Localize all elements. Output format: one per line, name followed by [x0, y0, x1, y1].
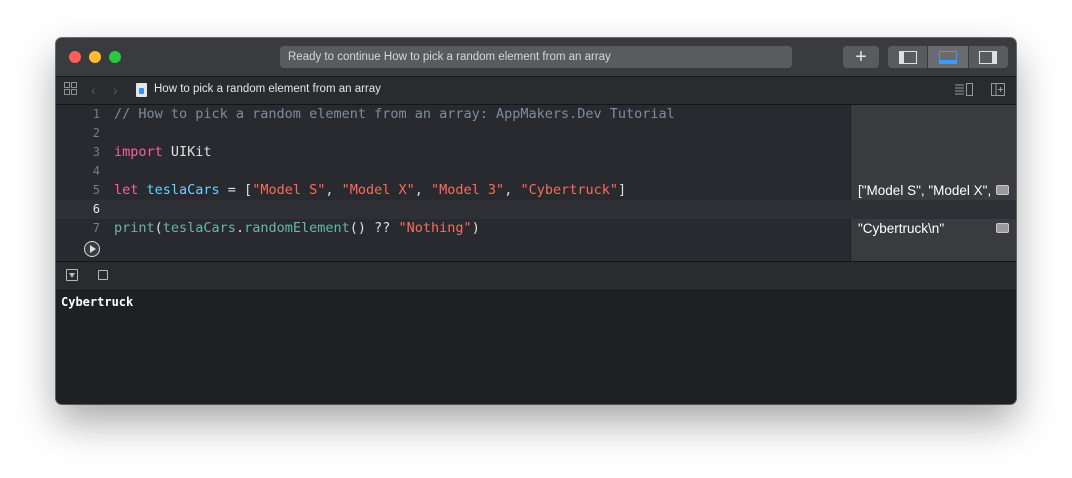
line-number: 5: [92, 183, 100, 197]
code-text[interactable]: // How to pick a random element from an …: [114, 105, 675, 124]
minimize-window-button[interactable]: [89, 51, 101, 63]
line-number: 2: [92, 126, 100, 140]
punct-token: .: [235, 220, 245, 236]
close-window-button[interactable]: [69, 51, 81, 63]
sidebar-left-icon: [898, 50, 917, 64]
line-number: 1: [92, 107, 100, 121]
quick-look-button[interactable]: [996, 223, 1009, 233]
code-line: 3 import UIKit: [56, 143, 1016, 162]
punct-token: = [: [219, 182, 253, 198]
run-play-icon[interactable]: [84, 241, 100, 257]
title-bar: Ready to continue How to pick a random e…: [56, 38, 1016, 77]
related-items-grid-icon[interactable]: [64, 82, 77, 98]
swift-file-icon: [136, 83, 147, 97]
keyword-token: let: [114, 182, 139, 198]
code-text[interactable]: import UIKit: [114, 143, 212, 162]
line-number: 7: [92, 221, 100, 235]
jump-bar: ‹ › How to pick a random element from an…: [56, 77, 1016, 105]
punct-token: ): [471, 220, 480, 236]
punct-token: ,: [325, 182, 342, 198]
code-text[interactable]: print(teslaCars.randomElement() ?? "Noth…: [114, 219, 480, 238]
code-line: 2: [56, 124, 1016, 143]
panel-toggle-group: [888, 46, 1008, 68]
code-line: 5 let teslaCars = ["Model S", "Model X",…: [56, 181, 1016, 200]
operator-token: () ??: [349, 220, 399, 236]
line-number: 6: [92, 202, 100, 216]
comment-token: // How to pick a random element from an …: [114, 106, 675, 122]
toggle-inspector-button[interactable]: [969, 46, 1008, 68]
code-text[interactable]: let teslaCars = ["Model S", "Model X", "…: [114, 181, 626, 200]
zoom-window-button[interactable]: [109, 51, 121, 63]
current-code-line: 6: [56, 200, 1016, 219]
quick-look-button[interactable]: [996, 185, 1009, 195]
identifier-token: teslaCars: [162, 220, 236, 236]
activity-status-bar: Ready to continue How to pick a random e…: [280, 46, 792, 68]
stop-icon[interactable]: [98, 270, 108, 280]
keyword-token: import: [114, 144, 163, 160]
string-token: "Nothing": [398, 220, 472, 236]
sidebar-right-icon: [979, 50, 998, 64]
punct-token: ,: [414, 182, 432, 198]
add-editor-icon[interactable]: [991, 83, 1005, 99]
back-chevron-icon[interactable]: ‹: [91, 82, 96, 98]
playground-window: Ready to continue How to pick a random e…: [56, 38, 1016, 404]
code-line: 4: [56, 162, 1016, 181]
line-number: 4: [92, 164, 100, 178]
string-token: "Model 3": [431, 182, 505, 198]
bottom-panel-icon: [938, 50, 957, 64]
line-number: 3: [92, 145, 100, 159]
punct-token: ]: [618, 182, 627, 198]
result-value-line5: ["Model S", "Model X", "Model 3", "Cyber…: [858, 183, 990, 198]
code-editor[interactable]: 1 // How to pick a random element from a…: [56, 105, 1016, 261]
identifier-token: teslaCars: [138, 182, 220, 198]
result-value-line7: "Cybertruck\n": [858, 221, 945, 236]
string-token: "Model S": [252, 182, 326, 198]
punct-token: (: [154, 220, 163, 236]
module-token: UIKit: [162, 144, 212, 160]
toggle-debug-area-button[interactable]: [928, 46, 969, 68]
code-line: 7 print(teslaCars.randomElement() ?? "No…: [56, 219, 1016, 238]
punct-token: ,: [504, 182, 521, 198]
string-token: "Cybertruck": [520, 182, 618, 198]
add-library-button[interactable]: +: [843, 46, 879, 68]
hide-debug-area-icon[interactable]: [66, 269, 78, 281]
method-token: randomElement: [244, 220, 350, 236]
debug-bar: [56, 261, 1016, 291]
console-output: Cybertruck: [61, 295, 134, 309]
breadcrumb-file-name[interactable]: How to pick a random element from an arr…: [154, 83, 381, 95]
function-token: print: [114, 220, 155, 236]
string-token: "Model X": [341, 182, 415, 198]
editor-options-icon[interactable]: [955, 83, 974, 99]
console-area[interactable]: Cybertruck: [56, 291, 1016, 404]
toggle-navigator-button[interactable]: [888, 46, 929, 68]
forward-chevron-icon[interactable]: ›: [113, 82, 118, 98]
code-line: 1 // How to pick a random element from a…: [56, 105, 1016, 124]
